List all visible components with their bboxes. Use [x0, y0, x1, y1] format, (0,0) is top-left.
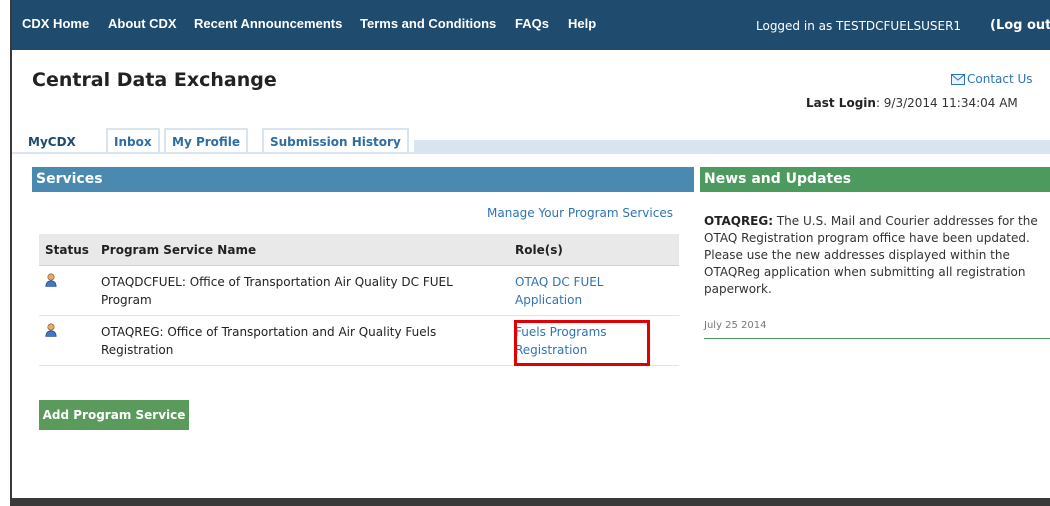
nav-about-cdx[interactable]: About CDX	[108, 16, 177, 31]
page-frame: CDX Home About CDX Recent Announcements …	[10, 0, 1050, 498]
news-divider	[704, 338, 1050, 339]
manage-program-services-link[interactable]: Manage Your Program Services	[487, 206, 673, 220]
contact-us-link[interactable]: Contact Us	[951, 72, 1033, 86]
add-program-service-button[interactable]: Add Program Service	[39, 400, 189, 430]
table-row: OTAQDCFUEL: Office of Transportation Air…	[39, 265, 679, 316]
news-item-title: OTAQREG:	[704, 214, 774, 228]
tab-inbox[interactable]: Inbox	[106, 128, 160, 152]
table-header-row: Status Program Service Name Role(s)	[39, 234, 679, 266]
news-item-date: July 25 2014	[704, 320, 767, 331]
services-header: Services	[32, 167, 694, 192]
nav-help[interactable]: Help	[568, 16, 596, 31]
tab-bar-rule	[12, 152, 1050, 154]
top-nav-bar: CDX Home About CDX Recent Announcements …	[12, 0, 1050, 50]
contact-us-label: Contact Us	[967, 72, 1033, 86]
role-link-otaq-dc-fuel[interactable]: OTAQ DC FUEL Application	[515, 275, 604, 307]
news-header: News and Updates	[700, 167, 1050, 192]
tab-bar: MyCDX Inbox My Profile Submission Histor…	[12, 126, 1050, 154]
column-roles: Role(s)	[509, 234, 679, 266]
nav-faqs[interactable]: FAQs	[515, 16, 549, 31]
window-bottom-edge	[10, 498, 1050, 506]
column-program-service-name: Program Service Name	[95, 234, 509, 266]
nav-terms-and-conditions[interactable]: Terms and Conditions	[360, 16, 496, 31]
last-login-value: : 9/3/2014 11:34:04 AM	[875, 96, 1018, 110]
envelope-icon	[951, 74, 965, 85]
column-status: Status	[39, 234, 95, 266]
user-icon	[45, 323, 57, 337]
nav-recent-announcements[interactable]: Recent Announcements	[194, 16, 342, 31]
last-login: Last Login: 9/3/2014 11:34:04 AM	[806, 96, 1018, 110]
tab-mycdx[interactable]: MyCDX	[20, 128, 84, 152]
page-title: Central Data Exchange	[32, 69, 277, 91]
tab-submission-history[interactable]: Submission History	[262, 128, 409, 152]
last-login-label: Last Login	[806, 96, 876, 110]
program-service-name: OTAQDCFUEL: Office of Transportation Air…	[95, 265, 509, 316]
tab-bar-background	[414, 140, 1050, 152]
program-service-name: OTAQREG: Office of Transportation and Ai…	[95, 315, 509, 366]
logged-in-text: Logged in as TESTDCFUELSUSER1	[756, 19, 962, 33]
highlight-box	[514, 320, 650, 366]
status-cell	[39, 265, 95, 316]
nav-cdx-home[interactable]: CDX Home	[22, 16, 89, 31]
user-icon	[45, 273, 57, 287]
status-cell	[39, 315, 95, 366]
tab-my-profile[interactable]: My Profile	[164, 128, 249, 152]
news-item: OTAQREG: The U.S. Mail and Courier addre…	[704, 213, 1050, 298]
logout-link[interactable]: (Log out)	[990, 18, 1050, 33]
